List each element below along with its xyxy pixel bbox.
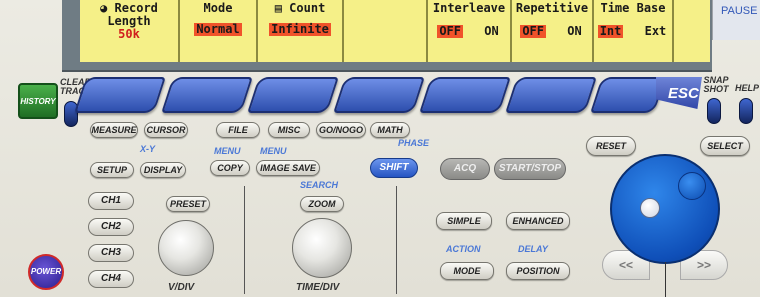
chevron-left-icon: <<: [618, 258, 633, 272]
acq-button[interactable]: ACQ: [440, 158, 490, 180]
chevron-right-icon: >>: [696, 258, 711, 272]
menu-interleave-on: ON: [484, 24, 499, 38]
menu-time-base-header: Time Base: [600, 1, 666, 15]
jog-dial[interactable]: [610, 154, 720, 264]
menu-record-length[interactable]: ◕ Record Length 50k: [80, 0, 180, 62]
jog-dial-indicator-icon: [640, 198, 660, 218]
menu-interleave-header: Interleave: [432, 1, 506, 15]
count-icon: ▤: [274, 1, 282, 15]
ch4-button[interactable]: CH4: [88, 270, 134, 288]
menu-time-base-int: Int: [597, 24, 624, 38]
softkey-7[interactable]: [590, 77, 666, 113]
menu-mode-value: Normal: [194, 22, 242, 36]
menu-mode[interactable]: Mode Normal: [180, 0, 258, 62]
softkey-1[interactable]: [74, 77, 166, 113]
start-stop-label: START/STOP: [498, 163, 562, 174]
enhanced-button[interactable]: ENHANCED: [506, 212, 570, 230]
record-icon: ◕: [100, 1, 108, 15]
help-label: HELP: [734, 83, 759, 93]
setup-button[interactable]: SETUP: [90, 162, 134, 178]
action-label: ACTION: [446, 244, 481, 254]
menu-interleave-off: OFF: [437, 24, 463, 38]
menu-interleave[interactable]: Interleave OFF ON: [428, 0, 512, 62]
snapshot-button[interactable]: [707, 98, 721, 124]
display-button[interactable]: DISPLAY: [140, 162, 186, 178]
menu-repetitive-header: Repetitive: [515, 1, 589, 15]
power-button[interactable]: POWER: [28, 254, 64, 290]
menu-count-value: Infinite: [269, 22, 331, 36]
reset-button[interactable]: RESET: [586, 136, 636, 156]
section-divider-2: [396, 186, 397, 294]
xy-label: X-Y: [140, 144, 156, 154]
simple-button[interactable]: SIMPLE: [436, 212, 492, 230]
instrument-front-panel: ◕ Record Length 50k Mode Normal ▤ Count …: [0, 0, 760, 297]
preset-button[interactable]: PRESET: [166, 196, 210, 212]
history-button[interactable]: HISTORY: [18, 83, 58, 119]
menu-blank[interactable]: [344, 0, 428, 62]
misc-button[interactable]: MISC: [268, 122, 310, 138]
menu-time-base[interactable]: Time Base Int Ext: [594, 0, 674, 62]
screen-menu-bar: ◕ Record Length 50k Mode Normal ▤ Count …: [80, 0, 710, 62]
menu-mode-header: Mode: [203, 1, 233, 15]
ch3-button[interactable]: CH3: [88, 244, 134, 262]
shift-button[interactable]: SHIFT: [370, 158, 418, 178]
menu-repetitive-off: OFF: [520, 24, 546, 38]
select-button[interactable]: SELECT: [700, 136, 750, 156]
esc-button[interactable]: ESC: [656, 77, 702, 109]
softkey-3[interactable]: [247, 77, 339, 113]
menu-repetitive-on: ON: [567, 24, 582, 38]
phase-label: PHASE: [398, 138, 430, 148]
menu-label-1: MENU: [214, 146, 241, 156]
softkey-5[interactable]: [419, 77, 511, 113]
start-stop-button[interactable]: START/STOP: [494, 158, 566, 180]
position-button[interactable]: POSITION: [506, 262, 570, 280]
menu-repetitive[interactable]: Repetitive OFF ON: [512, 0, 594, 62]
power-label: POWER: [30, 267, 62, 276]
softkey-6[interactable]: [505, 77, 597, 113]
menu-record-length-value: 50k: [118, 27, 140, 41]
acq-label: ACQ: [453, 163, 477, 174]
zoom-button[interactable]: ZOOM: [300, 196, 344, 212]
cursor-button[interactable]: CURSOR: [144, 122, 188, 138]
measure-button[interactable]: MEASURE: [90, 122, 138, 138]
ch1-button[interactable]: CH1: [88, 192, 134, 210]
math-button[interactable]: MATH: [370, 122, 410, 138]
search-label: SEARCH: [300, 180, 339, 190]
menu-count-header: ▤ Count: [274, 1, 326, 15]
image-save-button[interactable]: IMAGE SAVE: [256, 160, 320, 176]
softkey-2[interactable]: [161, 77, 253, 113]
ch2-button[interactable]: CH2: [88, 218, 134, 236]
file-button[interactable]: FILE: [216, 122, 260, 138]
help-button[interactable]: [739, 98, 753, 124]
menu-label-2: MENU: [260, 146, 287, 156]
jog-dial-finger-dimple: [678, 172, 706, 200]
vdiv-label: V/DIV: [168, 282, 195, 293]
jog-dial-pointer-line: [665, 262, 666, 297]
delay-label: DELAY: [518, 244, 548, 254]
history-label: HISTORY: [20, 97, 56, 106]
time-div-knob[interactable]: [292, 218, 352, 278]
menu-count[interactable]: ▤ Count Infinite: [258, 0, 344, 62]
softkey-4[interactable]: [333, 77, 425, 113]
mode-button[interactable]: MODE: [440, 262, 494, 280]
snapshot-label: SNAP SHOT: [703, 75, 729, 94]
copy-button[interactable]: COPY: [210, 160, 250, 176]
time-div-label: TIME/DIV: [296, 282, 340, 293]
pause-indicator: PAUSE: [712, 0, 760, 40]
vdiv-knob[interactable]: [158, 220, 214, 276]
section-divider-1: [244, 186, 245, 294]
menu-time-base-ext: Ext: [644, 24, 667, 38]
pause-label: PAUSE: [721, 5, 758, 17]
esc-label: ESC: [668, 85, 699, 102]
shift-label: SHIFT: [379, 162, 409, 173]
go-nogo-button[interactable]: GO/NOGO: [316, 122, 366, 138]
